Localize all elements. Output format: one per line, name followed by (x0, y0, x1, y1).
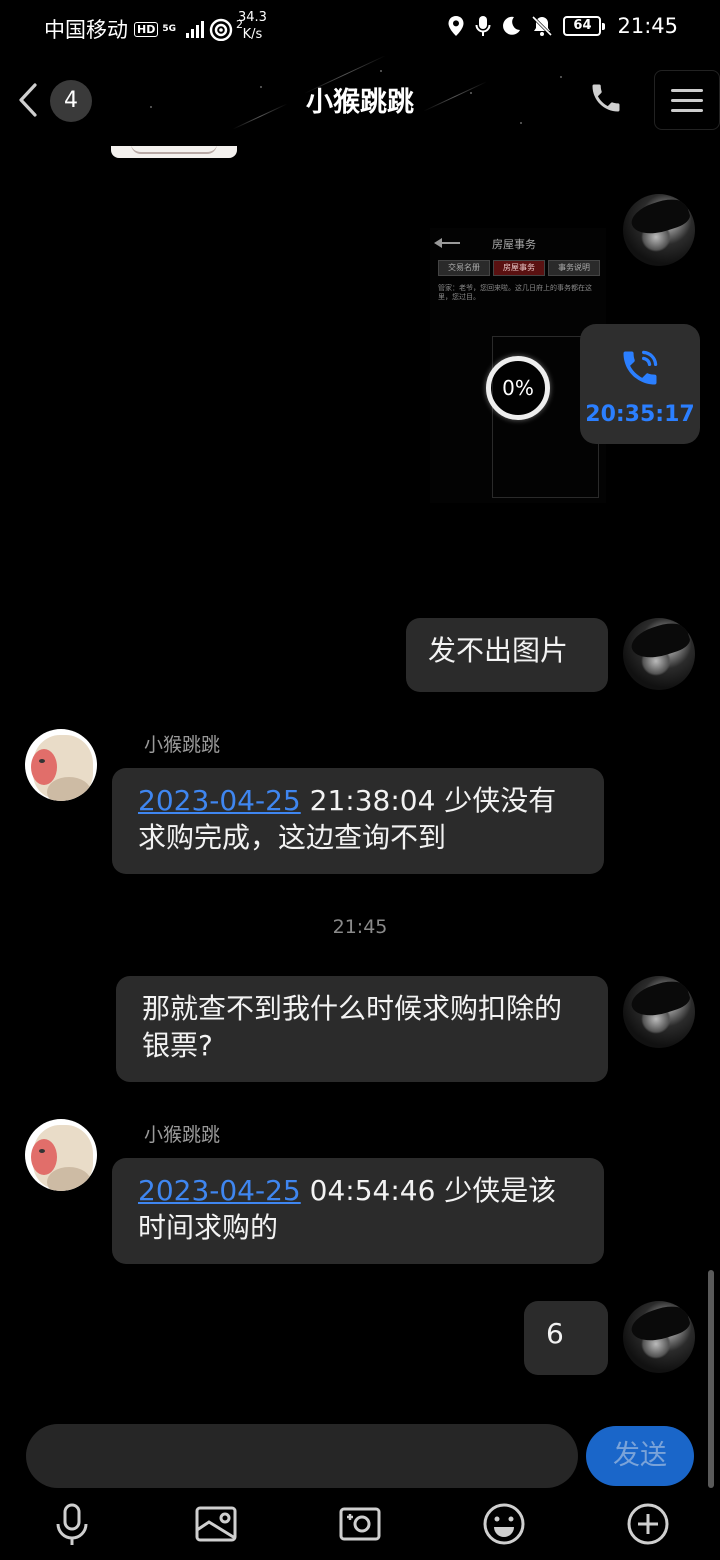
camera-button[interactable] (336, 1500, 384, 1548)
status-bar: 中国移动 HD 5G 2 34.3 K/s 64 21:45 (0, 0, 720, 56)
network-speed: 34.3 K/s (238, 9, 267, 43)
call-duration: 20:35:17 (585, 402, 695, 427)
voice-call-button[interactable] (588, 80, 628, 120)
preview-back-arrow (434, 238, 460, 248)
my-avatar[interactable] (623, 618, 695, 690)
bell-off-icon (532, 15, 553, 37)
network-speed-unit: K/s (242, 27, 263, 42)
send-button[interactable]: 发送 (586, 1426, 694, 1486)
gallery-button[interactable] (192, 1500, 240, 1548)
microphone-icon (56, 1503, 88, 1545)
camera-icon (339, 1507, 381, 1541)
carrier-name: 中国移动 (44, 18, 128, 42)
plus-icon (627, 1503, 669, 1545)
message-list[interactable]: 房屋事务 交易名册 房屋事务 事务说明 管家：老爷，您回来啦。这几日府上的事务都… (0, 146, 720, 1411)
network-speed-value: 34.3 (238, 10, 267, 25)
message-text: 发不出图片 (428, 634, 569, 667)
microphone-status-icon (475, 16, 491, 36)
previous-image-message[interactable] (111, 146, 237, 158)
preview-description: 管家：老爷，您回来啦。这几日府上的事务都在这里，您过目。 (438, 284, 592, 301)
message-input[interactable] (26, 1424, 578, 1488)
chat-title: 小猴跳跳 (306, 87, 414, 118)
wifi-icon (209, 18, 233, 41)
chat-header: 4 小猴跳跳 (0, 56, 720, 146)
date-link[interactable]: 2023-04-25 (138, 784, 301, 817)
status-right: 64 21:45 (447, 14, 678, 38)
message-bubble-outgoing[interactable]: 6 (524, 1301, 608, 1375)
more-options-button[interactable] (624, 1500, 672, 1548)
phone-icon (592, 84, 620, 112)
preview-tab: 交易名册 (438, 260, 490, 276)
sender-name: 小猴跳跳 (144, 734, 221, 756)
my-avatar[interactable] (623, 976, 695, 1048)
emoji-button[interactable] (480, 1500, 528, 1548)
preview-tabs: 交易名册 房屋事务 事务说明 (438, 260, 600, 276)
chevron-left-icon (19, 83, 37, 117)
message-bubble-incoming[interactable]: 2023-04-25 21:38:04 少侠没有求购完成，这边查询不到 (112, 768, 604, 874)
my-avatar[interactable] (623, 1301, 695, 1373)
image-icon (195, 1506, 237, 1542)
emoji-icon (483, 1503, 525, 1545)
signal-icon (186, 20, 204, 38)
scrollbar[interactable] (708, 1270, 714, 1488)
call-record-card[interactable]: 20:35:17 (580, 324, 700, 444)
status-time: 21:45 (617, 14, 678, 38)
message-bubble-incoming[interactable]: 2023-04-25 04:54:46 少侠是该时间求购的 (112, 1158, 604, 1264)
menu-icon-bar (671, 98, 703, 102)
message-bubble-outgoing[interactable]: 那就查不到我什么时候求购扣除的银票? (116, 976, 608, 1082)
preview-title: 房屋事务 (492, 238, 536, 251)
input-toolbar (0, 1494, 720, 1560)
hd-badge: HD (134, 21, 159, 37)
message-text: 那就查不到我什么时候求购扣除的银票? (142, 992, 563, 1062)
message-bubble-outgoing[interactable]: 发不出图片 (406, 618, 608, 692)
contact-avatar[interactable] (25, 1119, 97, 1191)
battery-indicator: 64 (563, 16, 606, 36)
unread-count-badge[interactable]: 4 (50, 80, 92, 122)
menu-icon-bar (671, 108, 703, 112)
date-link[interactable]: 2023-04-25 (138, 1174, 301, 1207)
status-left: 中国移动 HD 5G 2 (44, 14, 243, 44)
menu-icon-bar (671, 88, 703, 92)
preview-tab: 房屋事务 (493, 260, 545, 276)
location-icon (448, 16, 464, 36)
preview-tab: 事务说明 (548, 260, 600, 276)
back-button[interactable] (8, 78, 48, 122)
time-separator: 21:45 (332, 916, 388, 938)
message-text: 6 (546, 1317, 564, 1350)
contact-avatar[interactable] (25, 729, 97, 801)
menu-button[interactable] (654, 70, 720, 130)
voice-input-button[interactable] (48, 1500, 96, 1548)
phone-call-icon (623, 350, 658, 385)
sender-name: 小猴跳跳 (144, 1124, 221, 1146)
my-avatar[interactable] (623, 194, 695, 266)
upload-progress: 0% (486, 356, 550, 420)
moon-icon (503, 16, 521, 35)
network-gen-label: 5G (162, 23, 176, 34)
